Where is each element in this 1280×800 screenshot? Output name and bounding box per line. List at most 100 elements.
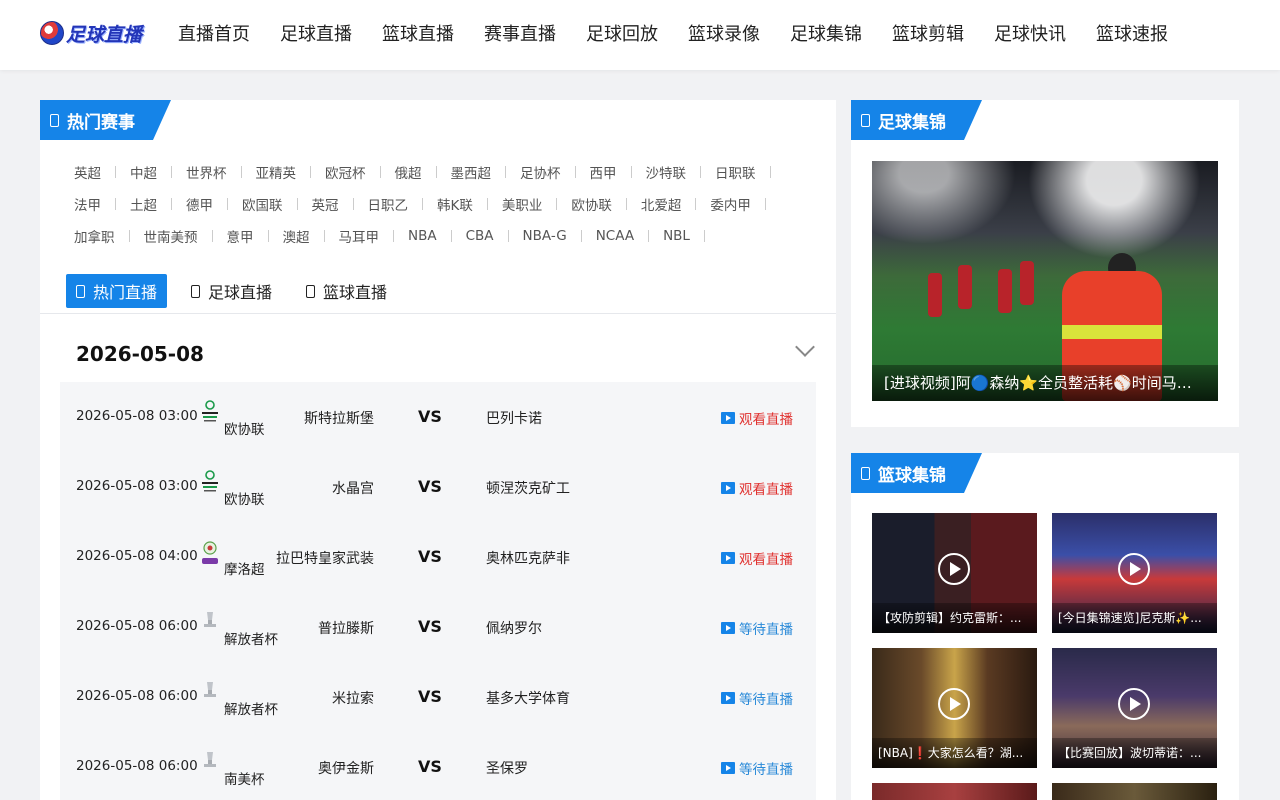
league-link[interactable]: NCAA — [596, 228, 663, 244]
home-team[interactable]: 奥伊金斯 — [318, 758, 374, 778]
play-icon[interactable] — [938, 553, 970, 585]
video-card[interactable] — [872, 783, 1037, 800]
league-link[interactable]: 世南美预 — [144, 226, 227, 246]
league-link[interactable]: 欧国联 — [242, 194, 312, 214]
nav-item-event-live[interactable]: 赛事直播 — [484, 22, 556, 48]
league-link[interactable]: 马耳甲 — [339, 226, 409, 246]
league-link[interactable]: 德甲 — [186, 194, 242, 214]
play-icon[interactable] — [1118, 553, 1150, 585]
nav-item-basketball-video[interactable]: 篮球录像 — [688, 22, 760, 48]
league-link[interactable]: 沙特联 — [646, 162, 716, 182]
play-icon[interactable] — [938, 688, 970, 720]
square-icon — [76, 284, 85, 298]
league-link[interactable]: 足协杯 — [520, 162, 590, 182]
league-link[interactable]: 委内甲 — [710, 194, 780, 214]
watch-live-button[interactable]: 观看直播 — [721, 408, 793, 428]
match-time: 2026-05-08 04:00 — [76, 548, 198, 564]
away-team[interactable]: 基多大学体育 — [486, 688, 570, 708]
league-link[interactable]: 加拿职 — [74, 226, 144, 246]
league-link[interactable]: 英冠 — [312, 194, 368, 214]
square-icon — [191, 284, 201, 298]
site-logo[interactable]: 足球直播 — [40, 18, 142, 48]
league-link[interactable]: 意甲 — [227, 226, 283, 246]
league-link[interactable]: 美职业 — [502, 194, 572, 214]
league-link[interactable]: 俄超 — [395, 162, 451, 182]
nav-item-football-highlights[interactable]: 足球集锦 — [790, 22, 862, 48]
feature-video[interactable]: [进球视频]阿🔵森纳⭐全员整活耗⚾时间马丁... — [872, 161, 1218, 401]
nav-item-football-live[interactable]: 足球直播 — [280, 22, 352, 48]
away-team[interactable]: 巴列卡诺 — [486, 408, 542, 428]
nav-item-home[interactable]: 直播首页 — [178, 22, 250, 48]
match-row[interactable]: 2026-05-08 06:00 解放者杯 普拉滕斯 VS 佩纳罗尔 等待直播 — [60, 592, 816, 662]
league-link[interactable]: 土超 — [130, 194, 186, 214]
away-team[interactable]: 奥林匹克萨非 — [486, 548, 570, 568]
basketball-highlights-title: 篮球集锦 — [878, 465, 946, 486]
match-row[interactable]: 2026-05-08 06:00 南美杯 奥伊金斯 VS 圣保罗 等待直播 — [60, 732, 816, 800]
home-team[interactable]: 拉巴特皇家武装 — [276, 548, 374, 568]
match-league[interactable]: 欧协联 — [224, 418, 265, 438]
away-team[interactable]: 佩纳罗尔 — [486, 618, 542, 638]
league-link[interactable]: 亚精英 — [256, 162, 326, 182]
league-link[interactable]: NBL — [663, 228, 719, 244]
video-card[interactable]: [NBA]❗大家怎么看？湖... — [872, 648, 1037, 768]
nav-item-basketball-clips[interactable]: 篮球剪辑 — [892, 22, 964, 48]
wait-live-button[interactable]: 等待直播 — [721, 688, 793, 708]
league-link[interactable]: 日职联 — [715, 162, 785, 182]
match-league[interactable]: 解放者杯 — [224, 628, 278, 648]
league-row: 英超 中超 世界杯 亚精英 欧冠杯 俄超 墨西超 足协杯 西甲 沙特联 日职联 — [74, 156, 814, 188]
match-league[interactable]: 南美杯 — [224, 768, 265, 788]
league-link[interactable]: 西甲 — [590, 162, 646, 182]
match-league[interactable]: 摩洛超 — [224, 558, 265, 578]
away-team[interactable]: 顿涅茨克矿工 — [486, 478, 570, 498]
hot-events-title: 热门赛事 — [67, 112, 135, 133]
match-league[interactable]: 欧协联 — [224, 488, 265, 508]
nav-item-basketball-news[interactable]: 篮球速报 — [1096, 22, 1168, 48]
league-link[interactable]: 北爱超 — [641, 194, 711, 214]
video-card[interactable]: 【比赛回放】波切蒂诺：... — [1052, 648, 1217, 768]
match-row[interactable]: 2026-05-08 03:00 欧协联 斯特拉斯堡 VS 巴列卡诺 观看直播 — [60, 382, 816, 452]
league-link[interactable]: 澳超 — [283, 226, 339, 246]
home-team[interactable]: 米拉索 — [332, 688, 374, 708]
wait-live-button[interactable]: 等待直播 — [721, 758, 793, 778]
match-row[interactable]: 2026-05-08 06:00 解放者杯 米拉索 VS 基多大学体育 等待直播 — [60, 662, 816, 732]
watch-live-button[interactable]: 观看直播 — [721, 478, 793, 498]
match-row[interactable]: 2026-05-08 04:00 摩洛超 拉巴特皇家武装 VS 奥林匹克萨非 观看直播 — [60, 522, 816, 592]
video-card[interactable] — [1052, 783, 1217, 800]
watch-live-button[interactable]: 观看直播 — [721, 548, 793, 568]
league-link[interactable]: CBA — [466, 228, 523, 244]
video-card[interactable]: [今日集锦速览]尼克斯✨... — [1052, 513, 1217, 633]
match-row[interactable]: 2026-05-08 03:00 欧协联 水晶宫 VS 顿涅茨克矿工 观看直播 — [60, 452, 816, 522]
league-link[interactable]: NBA-G — [523, 228, 596, 244]
tab-basketball-live[interactable]: 篮球直播 — [296, 274, 397, 308]
vs-label: VS — [418, 617, 442, 636]
tab-football-live[interactable]: 足球直播 — [181, 274, 282, 308]
league-link[interactable]: 英超 — [74, 162, 130, 182]
nav-item-basketball-live[interactable]: 篮球直播 — [382, 22, 454, 48]
nav-item-football-replay[interactable]: 足球回放 — [586, 22, 658, 48]
league-link[interactable]: 欧冠杯 — [325, 162, 395, 182]
tab-hot-live[interactable]: 热门直播 — [66, 274, 168, 308]
match-time: 2026-05-08 03:00 — [76, 478, 198, 494]
away-team[interactable]: 圣保罗 — [486, 758, 528, 778]
chevron-down-icon[interactable] — [795, 337, 815, 357]
video-card[interactable]: 【攻防剪辑】约克雷斯：... — [872, 513, 1037, 633]
nav-item-football-news[interactable]: 足球快讯 — [994, 22, 1066, 48]
play-icon[interactable] — [1118, 688, 1150, 720]
wait-live-button[interactable]: 等待直播 — [721, 618, 793, 638]
match-league[interactable]: 解放者杯 — [224, 698, 278, 718]
home-team[interactable]: 斯特拉斯堡 — [304, 408, 374, 428]
league-link[interactable]: 中超 — [130, 162, 186, 182]
league-link[interactable]: 韩K联 — [437, 194, 502, 214]
league-link[interactable]: 日职乙 — [368, 194, 438, 214]
divider — [40, 313, 836, 314]
feature-caption[interactable]: [进球视频]阿🔵森纳⭐全员整活耗⚾时间马丁... — [872, 365, 1218, 401]
main-panel: 热门赛事 英超 中超 世界杯 亚精英 欧冠杯 俄超 墨西超 足协杯 西甲 沙特联 日职联法甲 土超 德甲… — [40, 100, 836, 800]
league-link[interactable]: 欧协联 — [571, 194, 641, 214]
league-link[interactable]: 世界杯 — [186, 162, 256, 182]
home-team[interactable]: 普拉滕斯 — [318, 618, 374, 638]
home-team[interactable]: 水晶宫 — [332, 478, 374, 498]
league-link[interactable]: NBA — [408, 228, 466, 244]
league-link[interactable]: 法甲 — [74, 194, 130, 214]
league-link[interactable]: 墨西超 — [451, 162, 521, 182]
tab-label: 篮球直播 — [323, 283, 388, 302]
